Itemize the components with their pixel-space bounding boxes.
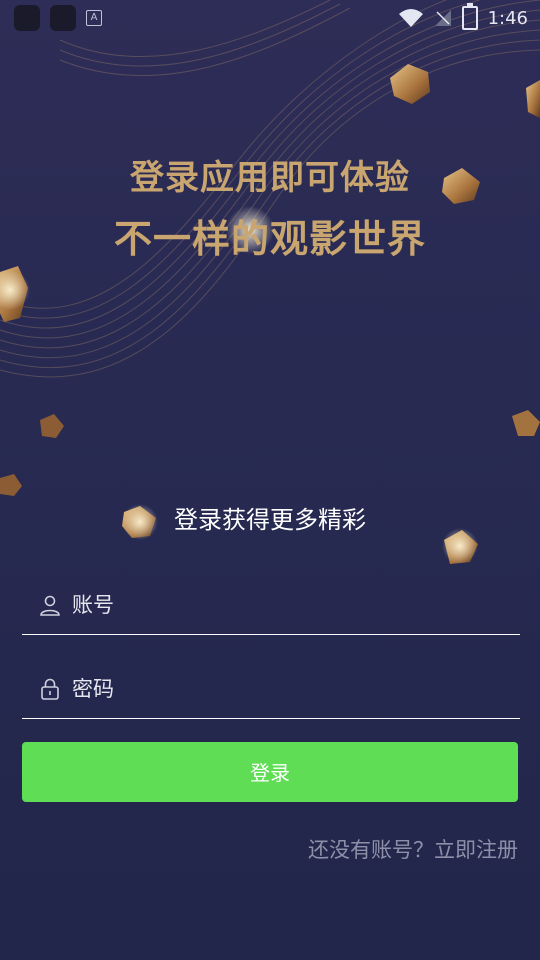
wifi-icon: [398, 9, 423, 27]
account-field: [22, 576, 520, 635]
gold-crystals: [0, 64, 540, 564]
user-icon: [40, 595, 60, 616]
status-bar: A 1:46: [0, 0, 540, 36]
login-subtitle: 登录获得更多精彩: [174, 506, 366, 534]
login-button[interactable]: 登录: [22, 742, 518, 802]
a-icon: A: [86, 10, 102, 26]
password-field: [22, 660, 520, 719]
battery-charging-icon: [461, 3, 478, 30]
lock-icon: [41, 678, 59, 700]
no-signal-icon: [434, 10, 451, 26]
register-link[interactable]: 还没有账号？立即注册: [308, 834, 518, 864]
app-icon: [14, 5, 40, 31]
background-decoration: [0, 0, 540, 564]
account-input[interactable]: [62, 592, 520, 618]
hero-title-line1: 登录应用即可体验: [130, 158, 410, 198]
status-time: 1:46: [487, 7, 528, 29]
hero-title-line2: 不一样的观影世界: [113, 217, 426, 261]
app-icon: [50, 5, 76, 31]
password-input[interactable]: [62, 676, 520, 702]
